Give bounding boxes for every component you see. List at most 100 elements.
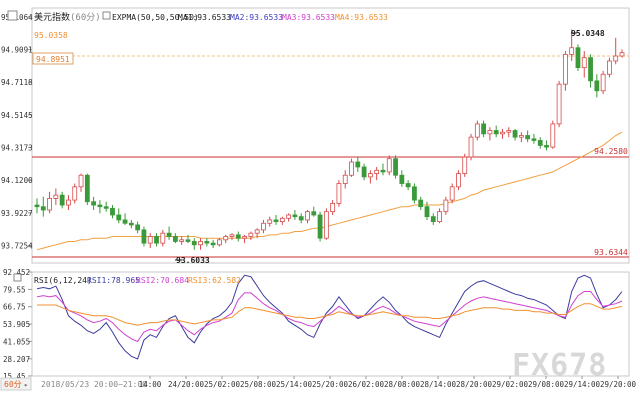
candle-body [588,57,593,82]
candle-body [562,53,568,85]
time-tick-label: 29/20:00 [600,380,637,389]
candle-body [305,211,310,221]
rsi1-value: RSI1:78.965 [87,276,140,285]
candle-body [286,214,292,219]
candle-body [147,236,153,244]
candle-body [550,123,556,148]
candle-body [298,216,304,221]
candle-body [581,57,587,69]
candle-body [393,158,398,176]
candle-body [456,173,461,188]
candle-body [292,214,298,218]
price-tick-label: 93.7254 [1,242,33,251]
candle-body [518,135,524,138]
candle-body [141,229,147,244]
candle-body [191,241,197,246]
candle[interactable] [474,120,480,141]
candle-body [481,123,487,135]
low-annotation: 93.6033 [176,256,210,265]
candle-body [116,214,122,221]
time-tick-label: 25/08:00 [240,380,277,389]
candle[interactable] [607,57,612,78]
candle[interactable] [550,120,556,149]
candle-body [279,217,285,223]
candle-body [103,206,109,209]
settings-icon[interactable] [7,10,18,21]
candle-body [493,130,499,135]
candle-body [412,186,417,201]
candle-body [229,234,235,237]
candle-body [53,194,59,199]
time-tick-label: 28/14:00 [420,380,457,389]
candle-body [72,186,78,201]
watermark-text: FX678 [512,348,607,383]
candle-body [386,158,392,173]
price-tick-label: 94.7118 [1,78,33,87]
candle-body [242,236,247,239]
candle[interactable] [556,80,562,128]
current-price-label: 94.8951 [36,55,70,64]
candle-body [267,219,273,224]
rsi-settings-icon[interactable] [13,273,22,282]
candle[interactable] [393,155,398,179]
candle-body [600,73,606,92]
rsi-tick-label: 66.75 [3,303,26,312]
rsi2-value: RSI2:70.684 [136,276,189,285]
ema-toggle-icon[interactable] [102,11,111,20]
candle[interactable] [412,183,417,204]
candle[interactable] [449,183,455,204]
candle-body [66,199,71,206]
candle-body [569,47,575,55]
candle-body [317,214,323,239]
candle[interactable] [84,173,90,206]
candle-body [128,222,134,226]
candle-body [179,239,185,242]
candle-body [110,207,115,216]
candle-body [449,186,455,201]
candle[interactable] [141,226,147,247]
candle[interactable] [462,153,468,177]
ma1-value: MA1:93.6533 [178,13,231,22]
time-tick-label: 29/08:00 [528,380,565,389]
candle-body [342,174,348,184]
candle-body [261,222,266,231]
candle[interactable] [323,208,329,240]
candle[interactable] [317,211,323,242]
candle-body [374,169,380,174]
candle-body [424,206,430,218]
candle-body [487,130,493,135]
candle-body [575,47,581,69]
candle-body [336,183,342,204]
candle-body [122,219,128,224]
candle-body [97,204,103,208]
price-tick-label: 93.9227 [1,209,33,218]
price-panel[interactable] [31,7,630,264]
candle-body [544,145,549,148]
candle-body [160,232,166,244]
candle[interactable] [386,155,392,176]
candle-body [47,198,52,211]
rsi3-value: RSI3:62.582 [188,276,241,285]
period-selector-label[interactable]: 60分 [4,380,22,389]
candle-body [210,242,216,246]
candle[interactable] [600,70,606,95]
candle-body [254,229,260,234]
candle[interactable] [336,180,342,207]
period-dropdown-icon[interactable]: ▸ [24,381,28,389]
price-tick-label: 94.3173 [1,144,33,153]
candle[interactable] [575,44,581,71]
ma4-value: MA4:93.6533 [335,13,388,22]
candle-body [512,130,518,138]
candle-body [418,199,424,208]
resistance-label: 94.2580 [594,147,628,156]
support-label: 93.6344 [594,248,628,257]
candle[interactable] [72,183,78,204]
candle-body [235,234,241,239]
time-tick-label: 25/02:00 [204,380,241,389]
candle[interactable] [468,133,474,161]
time-tick-label: 25/20:00 [312,380,349,389]
candle-body [468,136,474,158]
candle-body [349,161,354,176]
candle-body [78,174,84,188]
candle[interactable] [456,170,461,191]
